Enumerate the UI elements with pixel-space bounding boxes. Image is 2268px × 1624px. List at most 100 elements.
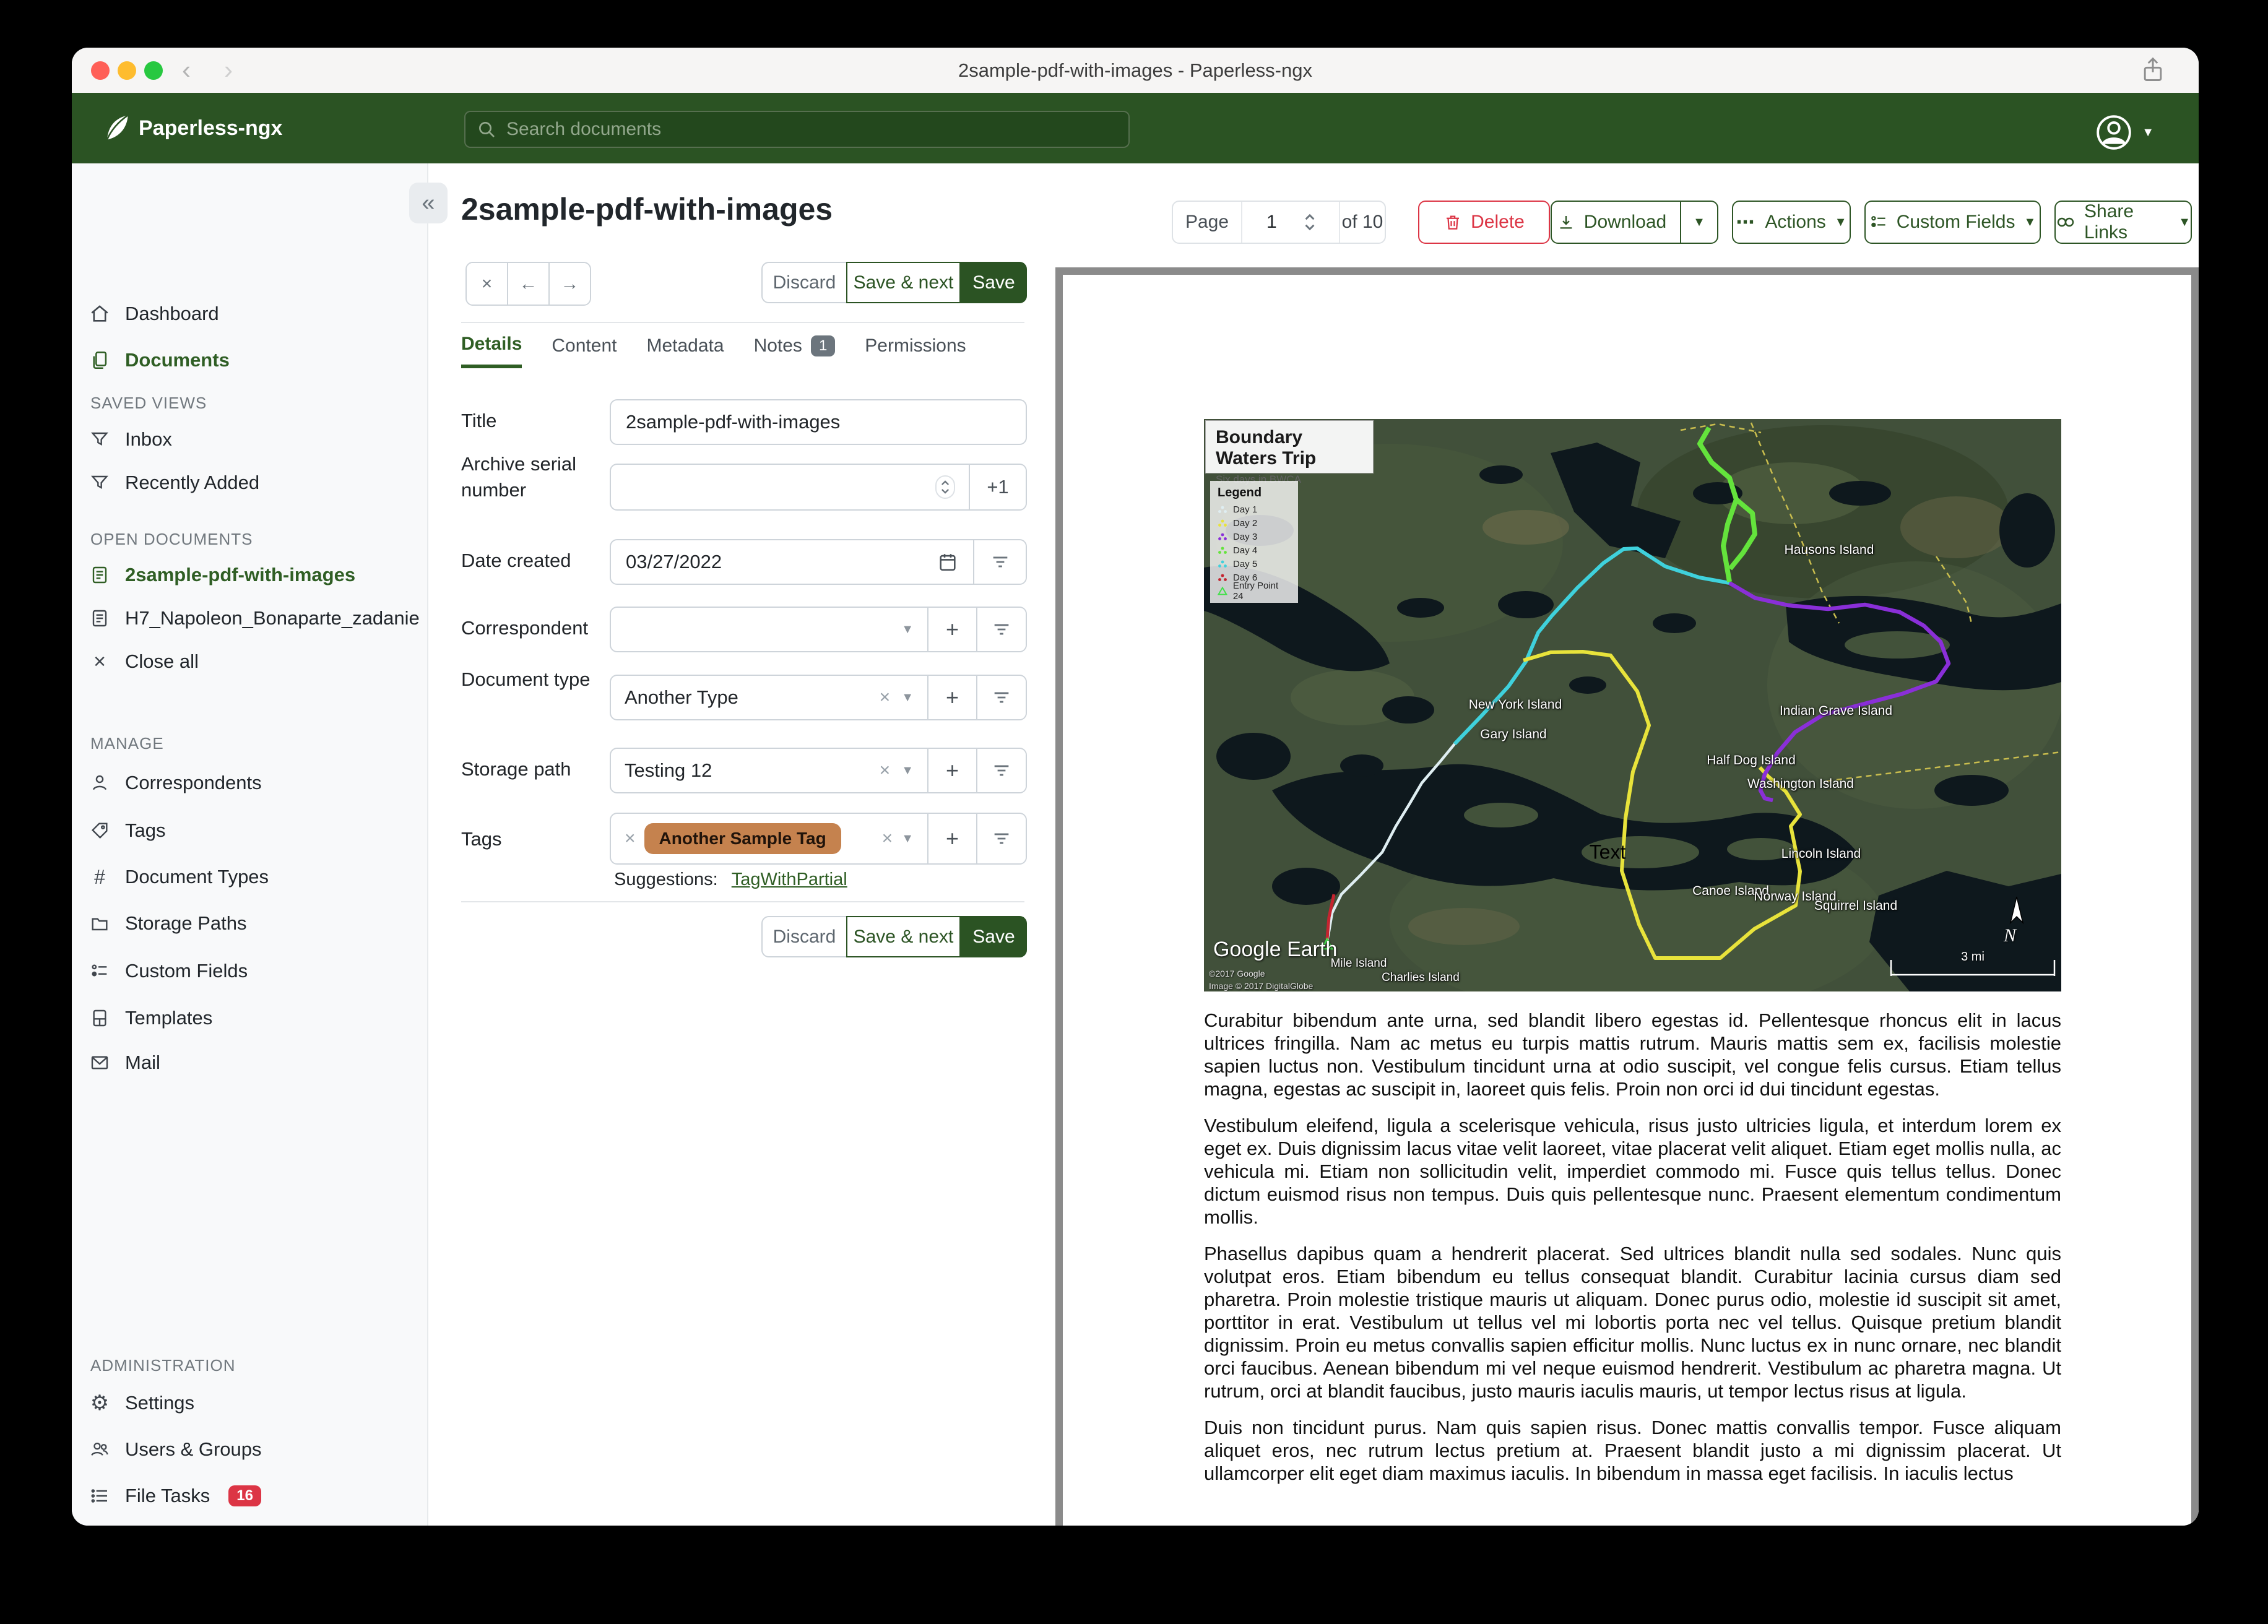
sidebar-item-tags[interactable]: Tags: [89, 809, 417, 852]
page-label: Page: [1185, 212, 1229, 232]
sidebar-item-dashboard[interactable]: Dashboard: [89, 292, 417, 335]
pdf-text: Curabitur bibendum ante urna, sed blandi…: [1204, 1009, 2061, 1498]
download-split-caret[interactable]: ▼: [1680, 202, 1717, 243]
document-type-field: Another Type × ▼ +: [610, 675, 1027, 720]
sidebar-item-document-types[interactable]: # Document Types: [89, 855, 417, 899]
custom-fields-button[interactable]: Custom Fields ▼: [1864, 201, 2041, 244]
sidebar-item-users-groups[interactable]: Users & Groups: [89, 1428, 417, 1471]
chevron-down-icon[interactable]: ▼: [901, 764, 914, 778]
chevron-down-icon[interactable]: ▼: [901, 691, 914, 705]
tags-filter-button[interactable]: [976, 814, 1026, 863]
tags-field: × Another Sample Tag × ▼ +: [610, 813, 1027, 865]
chevron-down-icon[interactable]: ▼: [901, 832, 914, 846]
remove-tag-icon[interactable]: ×: [625, 828, 636, 849]
document-tabs: Details Content Metadata Notes 1 Permiss…: [461, 334, 966, 368]
sidebar-item-correspondents[interactable]: Correspondents: [89, 761, 417, 805]
chevron-down-icon: ▼: [2178, 215, 2191, 229]
asn-input[interactable]: [625, 475, 924, 499]
template-icon: [89, 1008, 110, 1029]
asn-plus-one-button[interactable]: +1: [969, 465, 1026, 509]
date-filter-button[interactable]: [973, 540, 1026, 584]
global-search[interactable]: [464, 111, 1130, 148]
open-document-current[interactable]: 2sample-pdf-with-images: [89, 553, 417, 597]
save-button[interactable]: Save: [961, 262, 1027, 303]
document-type-add-button[interactable]: +: [927, 676, 976, 719]
clear-icon[interactable]: ×: [882, 828, 893, 849]
sidebar-item-settings[interactable]: ⚙ Settings: [89, 1381, 417, 1425]
page-spinner[interactable]: [1304, 212, 1316, 232]
tags-select[interactable]: × Another Sample Tag × ▼: [611, 814, 927, 863]
search-input[interactable]: [505, 118, 1117, 140]
funnel-icon: [89, 472, 110, 493]
sidebar-item-logs[interactable]: Logs: [89, 1518, 417, 1526]
ellipsis-icon: ⋯: [1736, 212, 1757, 233]
tag-suggestions: Suggestions: TagWithPartial: [614, 870, 847, 889]
correspondent-select[interactable]: ▼: [611, 608, 927, 651]
sidebar-item-recently-added[interactable]: Recently Added: [89, 461, 417, 504]
sidebar-item-mail[interactable]: Mail: [89, 1041, 417, 1084]
storage-path-select[interactable]: Testing 12 × ▼: [611, 749, 927, 792]
sidebar-item-inbox[interactable]: Inbox: [89, 418, 417, 461]
close-all-button[interactable]: × Close all: [89, 640, 417, 683]
sidebar-collapse-button[interactable]: «: [409, 183, 448, 223]
sidebar-item-file-tasks[interactable]: File Tasks 16: [89, 1474, 417, 1518]
sidebar-item-custom-fields[interactable]: Custom Fields: [89, 949, 417, 993]
tags-add-button[interactable]: +: [927, 814, 976, 863]
share-icon[interactable]: [2139, 56, 2166, 84]
sidebar-item-storage-paths[interactable]: Storage Paths: [89, 902, 417, 945]
discard-button[interactable]: Discard: [761, 262, 847, 303]
previous-document-button[interactable]: ←: [507, 263, 548, 304]
document-type-select[interactable]: Another Type × ▼: [611, 676, 927, 719]
tag-chip[interactable]: Another Sample Tag: [644, 823, 841, 854]
correspondent-add-button[interactable]: +: [927, 608, 976, 651]
chevron-down-icon: ▼: [1834, 215, 1847, 229]
map-place-label: Gary Island: [1480, 727, 1547, 741]
discard-button[interactable]: Discard: [761, 916, 847, 957]
map-place-label: Squirrel Island: [1814, 899, 1898, 913]
actions-button[interactable]: ⋯ Actions ▼: [1732, 201, 1851, 244]
tab-content[interactable]: Content: [552, 334, 617, 368]
share-links-button[interactable]: Share Links ▼: [2054, 201, 2192, 244]
save-next-button[interactable]: Save & next: [846, 916, 961, 957]
user-menu[interactable]: ▼: [2095, 113, 2154, 152]
map-legend: Legend Day 1 Day 2 Day 3 Day 4 Day 5 Day…: [1210, 481, 1298, 603]
tab-permissions[interactable]: Permissions: [865, 334, 966, 368]
asn-spinner[interactable]: [935, 475, 955, 499]
tab-details[interactable]: Details: [461, 334, 522, 368]
section-open-documents: OPEN DOCUMENTS: [90, 530, 253, 548]
delete-button[interactable]: Delete: [1418, 201, 1550, 244]
legend-item: Day 1: [1218, 503, 1291, 516]
sidebar-item-documents[interactable]: Documents: [89, 339, 417, 382]
filter-icon: [991, 828, 1012, 849]
correspondent-filter-button[interactable]: [976, 608, 1026, 651]
close-document-button[interactable]: ×: [467, 263, 507, 304]
storage-path-add-button[interactable]: +: [927, 749, 976, 792]
day-dots-icon: [1218, 574, 1227, 581]
open-document-other[interactable]: H7_Napoleon_Bonaparte_zadanie: [89, 597, 420, 640]
next-document-button[interactable]: →: [548, 263, 590, 304]
section-administration: ADMINISTRATION: [90, 1356, 236, 1375]
title-input[interactable]: [625, 410, 1012, 434]
clear-icon[interactable]: ×: [880, 687, 891, 708]
suggestion-link[interactable]: TagWithPartial: [732, 870, 847, 889]
save-next-button[interactable]: Save & next: [846, 262, 961, 303]
sidebar-item-templates[interactable]: Templates: [89, 996, 417, 1040]
page-number-input[interactable]: [1265, 211, 1300, 233]
document-type-filter-button[interactable]: [976, 676, 1026, 719]
date-created-field: [610, 539, 1027, 585]
filter-icon: [991, 687, 1012, 708]
date-picker-button[interactable]: [922, 540, 973, 584]
avatar-icon: [2097, 115, 2131, 150]
tab-metadata[interactable]: Metadata: [646, 334, 724, 368]
folder-icon: [89, 913, 110, 934]
tab-notes[interactable]: Notes 1: [754, 334, 836, 368]
save-button[interactable]: Save: [961, 916, 1027, 957]
date-input[interactable]: [625, 550, 909, 574]
mail-icon: [89, 1052, 110, 1073]
clear-icon[interactable]: ×: [880, 760, 891, 781]
pdf-paragraph: Vestibulum eleifend, ligula a scelerisqu…: [1204, 1115, 2061, 1228]
download-button[interactable]: Download ▼: [1551, 201, 1718, 244]
pdf-paragraph: Phasellus dapibus quam a hendrerit place…: [1204, 1243, 2061, 1402]
chevron-down-icon[interactable]: ▼: [901, 623, 914, 637]
storage-path-filter-button[interactable]: [976, 749, 1026, 792]
